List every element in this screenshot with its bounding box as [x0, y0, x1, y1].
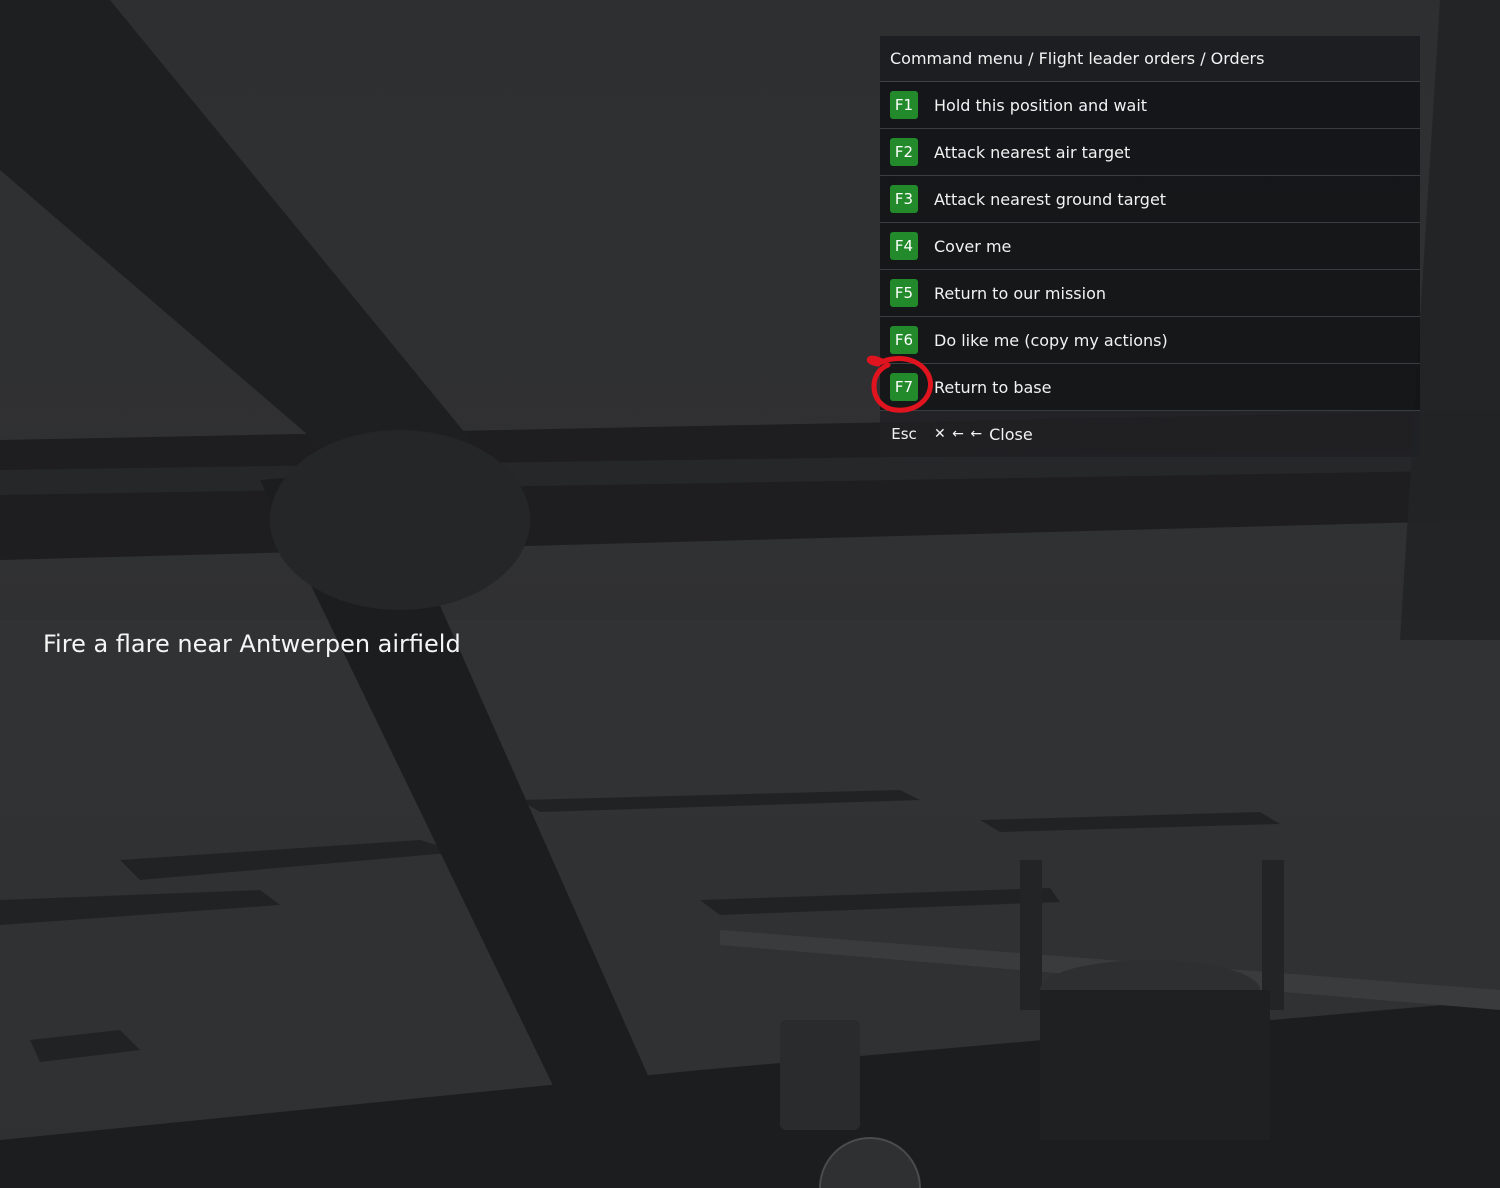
menu-item-return-base[interactable]: F7 Return to base	[880, 364, 1420, 411]
menu-item-do-like-me[interactable]: F6 Do like me (copy my actions)	[880, 317, 1420, 364]
menu-item-return-mission[interactable]: F5 Return to our mission	[880, 270, 1420, 317]
menu-breadcrumb: Command menu / Flight leader orders / Or…	[880, 36, 1420, 82]
esc-key-label: Esc	[891, 425, 917, 443]
menu-item-label: Attack nearest ground target	[934, 189, 1167, 209]
mission-objective-text: Fire a flare near Antwerpen airfield	[43, 630, 461, 658]
menu-item-label: Return to base	[934, 377, 1052, 397]
menu-item-label: Cover me	[934, 236, 1012, 256]
menu-item-label: Hold this position and wait	[934, 95, 1148, 115]
menu-item-cover-me[interactable]: F4 Cover me	[880, 223, 1420, 270]
hotkey-badge: F6	[890, 326, 918, 354]
back-arrows-icon: ✕ ← ←	[934, 426, 984, 442]
close-label: Close	[989, 424, 1033, 444]
menu-item-hold-position[interactable]: F1 Hold this position and wait	[880, 82, 1420, 129]
menu-item-attack-ground[interactable]: F3 Attack nearest ground target	[880, 176, 1420, 223]
menu-close-button[interactable]: Esc ✕ ← ← Close	[880, 411, 1420, 457]
hotkey-badge: F7	[890, 373, 918, 401]
menu-item-attack-air[interactable]: F2 Attack nearest air target	[880, 129, 1420, 176]
menu-item-label: Do like me (copy my actions)	[934, 330, 1168, 350]
hotkey-badge: F4	[890, 232, 918, 260]
hotkey-badge: F3	[890, 185, 918, 213]
menu-item-label: Return to our mission	[934, 283, 1106, 303]
hotkey-badge: F1	[890, 91, 918, 119]
hotkey-badge: F2	[890, 138, 918, 166]
hotkey-badge: F5	[890, 279, 918, 307]
command-menu: Command menu / Flight leader orders / Or…	[880, 36, 1420, 457]
menu-item-label: Attack nearest air target	[934, 142, 1131, 162]
